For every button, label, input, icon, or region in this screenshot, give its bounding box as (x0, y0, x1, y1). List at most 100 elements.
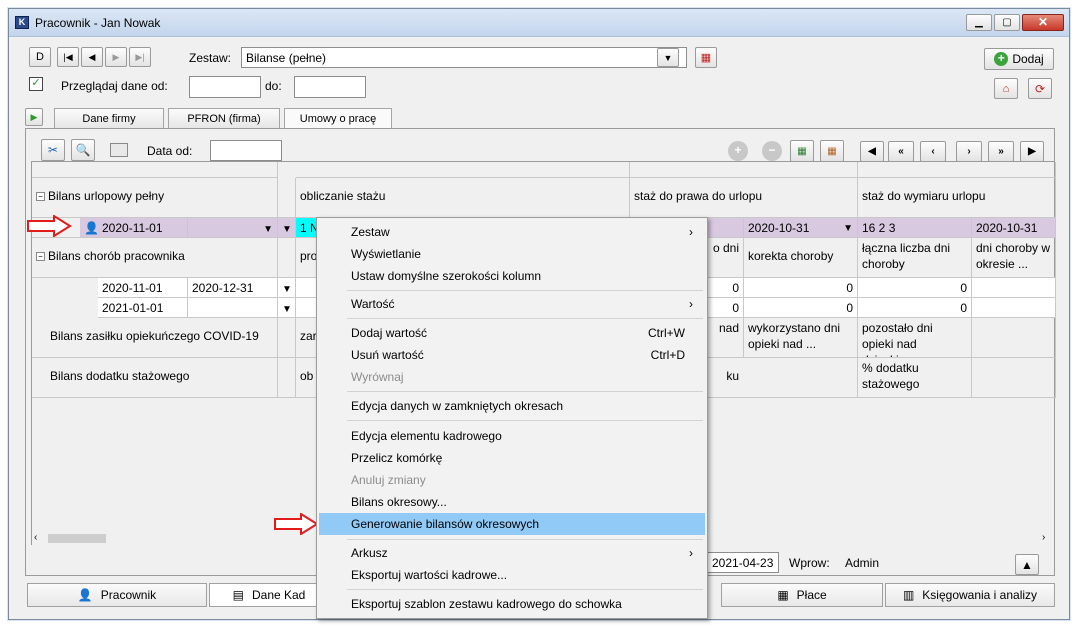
do-date-input[interactable] (294, 76, 366, 98)
do-label: do: (265, 79, 282, 93)
menu-item-edycja-zamknietych[interactable]: Edycja danych w zamkniętych okresach (319, 395, 705, 417)
nav-d-button[interactable]: D (29, 47, 51, 67)
tools-icon[interactable]: ✂ (41, 139, 65, 161)
scroll-right-icon[interactable]: › (1042, 532, 1045, 543)
grid-last-icon[interactable]: ▶ (1020, 141, 1044, 162)
collapse-icon[interactable]: − (36, 252, 45, 262)
row1-dropdown[interactable]: ▼ (188, 218, 278, 238)
window-title: Pracownik - Jan Nowak (35, 16, 161, 30)
zestaw-settings-icon[interactable]: ▦ (695, 47, 717, 68)
grid-add-icon[interactable]: ▦ (790, 140, 814, 162)
wprow-value: Admin (845, 556, 880, 570)
chorob-row1-v2[interactable]: 0 (744, 278, 858, 298)
nav-first-button[interactable]: |◀ (57, 47, 79, 67)
menu-item-anuluj[interactable]: Anuluj zmiany (319, 469, 705, 491)
group-staz[interactable]: Bilans dodatku stażowego (32, 358, 278, 398)
menu-item-wyrownaj[interactable]: Wyrównaj (319, 366, 705, 388)
add-value-icon[interactable]: + (728, 141, 748, 161)
menu-item-eksportuj-wartosci[interactable]: Eksportuj wartości kadrowe... (319, 564, 705, 586)
menu-item-dodaj-wartosc[interactable]: Dodaj wartość Ctrl+W (319, 322, 705, 344)
grid-fast-back-icon[interactable]: « (888, 141, 914, 162)
menu-item-generowanie-bilansow[interactable]: Generowanie bilansów okresowych (319, 513, 705, 535)
scroll-left-icon[interactable]: ‹ (34, 532, 37, 543)
grid-first-icon[interactable]: ◀ (860, 141, 884, 162)
menu-label: Anuluj zmiany (351, 473, 426, 487)
tabs-expand-button[interactable]: ▶ (25, 108, 43, 126)
menu-item-usun-wartosc[interactable]: Usuń wartość Ctrl+D (319, 344, 705, 366)
status-date: 2021-04-23 (707, 552, 779, 573)
group-choroby[interactable]: − Bilans chorób pracownika (32, 238, 278, 278)
header-row-spacer (32, 162, 278, 178)
nav-last-button[interactable]: ▶| (129, 47, 151, 67)
group-urlopowy[interactable]: − Bilans urlopowy pełny (32, 178, 278, 218)
data-od-input[interactable] (210, 140, 282, 161)
tab-pfron[interactable]: PFRON (firma) (168, 108, 280, 128)
row1-staz[interactable]: 16 2 3 (858, 218, 972, 238)
nav-next-button[interactable]: ▶ (105, 47, 127, 67)
chorob-row1-d1[interactable]: 2020-11-01 (98, 278, 188, 298)
bottom-tab-ksiegowania[interactable]: ▥ Księgowania i analizy (885, 583, 1055, 607)
menu-item-wyswietlanie[interactable]: Wyświetlanie (319, 243, 705, 265)
maximize-button[interactable]: ▢ (994, 14, 1020, 31)
menu-item-zestaw[interactable]: Zestaw › (319, 221, 705, 243)
row1-dropdown2[interactable]: ▼ (278, 218, 296, 238)
tab-dane-firmy[interactable]: Dane firmy (54, 108, 164, 128)
remove-value-icon[interactable]: − (762, 141, 782, 161)
chorob-row2-v3[interactable]: 0 (858, 298, 972, 318)
menu-item-wartosc[interactable]: Wartość › (319, 293, 705, 315)
header-spacer (630, 162, 858, 178)
chorob-row1-empty2[interactable] (972, 278, 1056, 298)
search-icon[interactable]: 🔍 (71, 139, 95, 161)
bottom-tab-label: Dane Kad (251, 588, 306, 602)
menu-item-przelicz[interactable]: Przelicz komórkę (319, 447, 705, 469)
menu-item-arkusz[interactable]: Arkusz › (319, 542, 705, 564)
menu-item-bilans-okresowy[interactable]: Bilans okresowy... (319, 491, 705, 513)
calendar-icon[interactable] (110, 143, 128, 157)
zestaw-select[interactable]: Bilanse (pełne) (241, 47, 687, 68)
scroll-thumb[interactable] (48, 534, 106, 543)
spacer (278, 358, 296, 398)
menu-item-edycja-elementu[interactable]: Edycja elementu kadrowego (319, 425, 705, 447)
chorob-row1-v3[interactable]: 0 (858, 278, 972, 298)
row1-date[interactable]: 2020-11-01 (98, 218, 188, 238)
menu-item-eksportuj-szablon[interactable]: Eksportuj szablon zestawu kadrowego do s… (319, 593, 705, 615)
chorob-row1-d2[interactable]: 2020-12-31 (188, 278, 278, 298)
spacer (278, 178, 296, 218)
od-date-input[interactable] (189, 76, 261, 98)
chorob-row1-dd[interactable]: ▼ (278, 278, 296, 298)
bottom-tab-place[interactable]: ▦ Płace (721, 583, 883, 607)
row1-date2[interactable]: 2020-10-31 ▼ (744, 218, 858, 238)
bottom-tab-pracownik[interactable]: 👤 Pracownik (27, 583, 207, 607)
chorob-row2-v2[interactable]: 0 (744, 298, 858, 318)
tab-umowy[interactable]: Umowy o pracę (284, 108, 392, 128)
add-button[interactable]: + Dodaj (984, 48, 1054, 70)
grid-fast-forward-icon[interactable]: » (988, 141, 1014, 162)
close-button[interactable]: ✕ (1022, 14, 1064, 31)
chorob-row2-empty2[interactable] (972, 298, 1056, 318)
menu-item-ustaw-szerokosci[interactable]: Ustaw domyślne szerokości kolumn (319, 265, 705, 287)
menu-separator (347, 391, 703, 392)
menu-label: Generowanie bilansów okresowych (351, 517, 540, 531)
chorob-row2-d1[interactable]: 2021-01-01 (98, 298, 188, 318)
refresh-icon[interactable]: ⟳ (1028, 78, 1052, 99)
chorob-row2-dd[interactable]: ▼ (278, 298, 296, 318)
bottom-tab-label: Płace (796, 588, 827, 602)
house-icon[interactable]: ⌂ (994, 78, 1018, 99)
collapse-icon[interactable]: − (36, 192, 45, 202)
chorob-row2-d2[interactable] (188, 298, 278, 318)
col-header-staz-prawa: staż do prawa do urlopu (630, 178, 858, 218)
row1-date3[interactable]: 2020-10-31 (972, 218, 1056, 238)
plus-icon: + (994, 52, 1009, 66)
menu-separator (347, 420, 703, 421)
group-covid[interactable]: Bilans zasiłku opiekuńczego COVID-19 (32, 318, 278, 358)
bottom-tab-dane-kad[interactable]: ▤ Dane Kad (209, 583, 329, 607)
menu-label: Usuń wartość (351, 348, 424, 362)
grid-prev-icon[interactable]: ‹ (920, 141, 946, 162)
minimize-button[interactable]: ▁ (966, 14, 992, 31)
zestaw-dropdown-button[interactable]: ▼ (657, 48, 679, 67)
menu-separator (347, 290, 703, 291)
nav-prev-button[interactable]: ◀ (81, 47, 103, 67)
grid-remove-icon[interactable]: ▦ (820, 140, 844, 162)
grid-next-icon[interactable]: › (956, 141, 982, 162)
up-arrow-button[interactable]: ▲ (1015, 554, 1039, 575)
